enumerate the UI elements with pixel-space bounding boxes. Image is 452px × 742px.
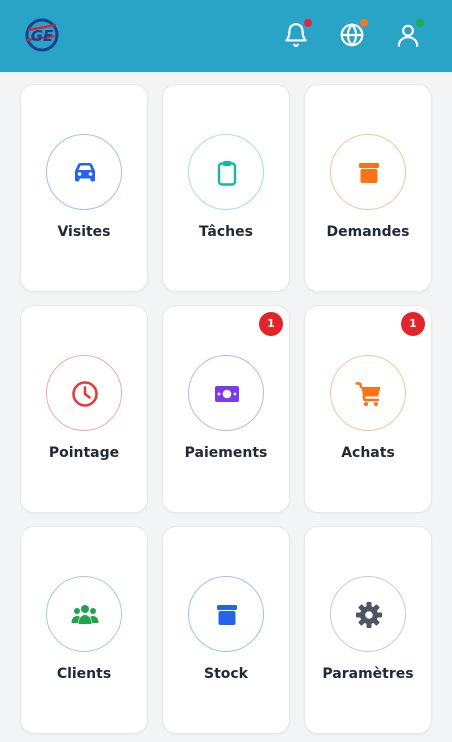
tile-icon-circle: [330, 576, 406, 652]
users-icon: [71, 605, 99, 624]
tile-icon-circle: [330, 134, 406, 210]
car-icon: [75, 163, 95, 182]
tile-label: Visites: [57, 224, 111, 240]
gear-icon: [356, 602, 382, 628]
clock-icon: [72, 381, 98, 407]
tile-parametres[interactable]: Paramètres: [304, 526, 432, 734]
stock-box-icon: [217, 605, 237, 625]
tile-label: Clients: [56, 666, 112, 682]
tile-label: Stock: [203, 666, 248, 682]
app-logo[interactable]: GE: [22, 16, 62, 54]
tile-icon-circle: [188, 576, 264, 652]
money-icon: [215, 386, 239, 402]
tile-paiements[interactable]: 1 Paiements: [162, 305, 290, 513]
user-icon[interactable]: [395, 18, 425, 48]
notification-dot: [303, 18, 313, 28]
status-dot: [415, 18, 425, 28]
tile-label: Paiements: [184, 445, 268, 461]
box-icon: [359, 163, 379, 183]
tile-icon-circle: [46, 576, 122, 652]
cart-icon: [355, 382, 381, 406]
tile-taches[interactable]: Tâches: [162, 84, 290, 292]
tile-stock[interactable]: Stock: [162, 526, 290, 734]
tile-clients[interactable]: Clients: [20, 526, 148, 734]
tile-label: Achats: [341, 445, 395, 461]
language-dot: [359, 18, 369, 28]
globe-icon[interactable]: [339, 18, 369, 48]
tile-label: Tâches: [199, 224, 253, 240]
tile-icon-circle: [330, 355, 406, 431]
tile-label: Paramètres: [322, 666, 414, 682]
tile-icon-circle: [188, 134, 264, 210]
tile-pointage[interactable]: Pointage: [20, 305, 148, 513]
tile-icon-circle: [46, 134, 122, 210]
tile-demandes[interactable]: Demandes: [304, 84, 432, 292]
tile-visites[interactable]: Visites: [20, 84, 148, 292]
top-bar: GE: [0, 0, 452, 72]
clipboard-icon: [217, 161, 237, 186]
tile-icon-circle: [188, 355, 264, 431]
svg-text:GE: GE: [31, 27, 54, 45]
tile-icon-circle: [46, 355, 122, 431]
tile-achats[interactable]: 1 Achats: [304, 305, 432, 513]
tile-label: Demandes: [326, 224, 410, 240]
bell-icon[interactable]: [283, 18, 313, 48]
notification-badge: 1: [259, 312, 283, 336]
notification-badge: 1: [401, 312, 425, 336]
tile-label: Pointage: [48, 445, 120, 461]
